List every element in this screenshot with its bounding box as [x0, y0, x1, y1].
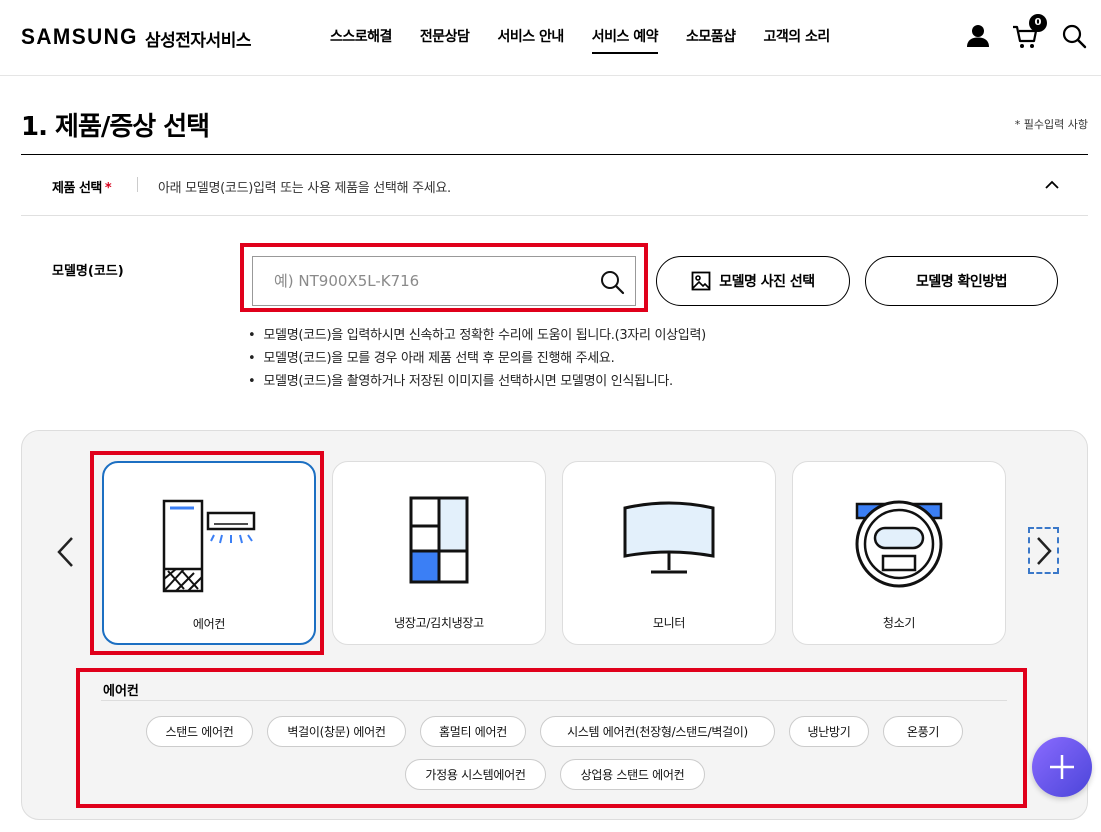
model-code-input[interactable]: [253, 257, 583, 305]
nav-self-solve[interactable]: 스스로해결: [330, 26, 392, 54]
chip-heater[interactable]: 온풍기: [883, 716, 963, 747]
robot-vacuum-icon: [855, 500, 943, 588]
category-card-refrigerator[interactable]: 냉장고/김치냉장고: [332, 461, 546, 645]
chip-commercial-stand-ac[interactable]: 상업용 스탠드 에어컨: [560, 759, 705, 790]
required-star: *: [104, 181, 112, 196]
image-icon: [691, 271, 711, 291]
model-howto-button[interactable]: 모델명 확인방법: [865, 256, 1058, 306]
plus-icon: [1050, 755, 1074, 779]
tip-item: 모델명(코드)을 촬영하거나 저장된 이미지를 선택하시면 모델명이 인식됩니다…: [248, 370, 706, 393]
nav-customer-voice[interactable]: 고객의 소리: [764, 26, 831, 54]
floating-plus-button[interactable]: [1032, 737, 1092, 797]
subcategory-title: 에어컨: [103, 684, 139, 699]
site-header: SAMSUNG 삼성전자서비스 스스로해결 전문상담 서비스 안내 서비스 예약…: [0, 0, 1101, 76]
page-title: 1. 제품/증상 선택: [21, 112, 210, 142]
model-code-label: 모델명(코드): [52, 264, 124, 279]
chip-wall-ac[interactable]: 벽걸이(창문) 에어컨: [267, 716, 406, 747]
model-search-box: [252, 256, 636, 306]
model-search-icon[interactable]: [599, 269, 625, 295]
chip-home-system-ac[interactable]: 가정용 시스템에어컨: [405, 759, 546, 790]
nav-service-reservation[interactable]: 서비스 예약: [591, 26, 659, 54]
category-card-vacuum[interactable]: 청소기: [792, 461, 1006, 645]
section-divider: [21, 215, 1088, 216]
product-select-label: 제품 선택 *: [52, 181, 112, 196]
tip-item: 모델명(코드)을 모를 경우 아래 제품 선택 후 문의를 진행해 주세요.: [248, 347, 706, 370]
next-arrow-icon: [1037, 537, 1052, 565]
category-label: 에어컨: [192, 617, 226, 631]
category-card-air-conditioner[interactable]: 에어컨: [102, 461, 316, 645]
chip-system-ac[interactable]: 시스템 에어컨(천장형/스탠드/벽걸이): [540, 716, 775, 747]
next-arrow-button[interactable]: [1028, 527, 1059, 574]
chip-heat-pump[interactable]: 냉난방기: [789, 716, 869, 747]
search-icon[interactable]: [1060, 22, 1088, 50]
model-photo-select-label: 모델명 사진 선택: [719, 274, 815, 290]
main-nav: 스스로해결 전문상담 서비스 안내 서비스 예약 소모품샵 고객의 소리: [330, 26, 858, 54]
model-howto-label: 모델명 확인방법: [915, 274, 1008, 290]
chevron-up-icon[interactable]: [1040, 174, 1064, 196]
category-label: 냉장고/김치냉장고: [394, 616, 484, 630]
chip-home-multi-ac[interactable]: 홈멀티 에어컨: [420, 716, 526, 747]
refrigerator-icon: [409, 496, 469, 584]
required-note: * 필수입력 사항: [1014, 118, 1088, 131]
chip-stand-ac[interactable]: 스탠드 에어컨: [146, 716, 253, 747]
samsung-logo[interactable]: SAMSUNG: [21, 24, 138, 50]
tip-item: 모델명(코드)을 입력하시면 신속하고 정확한 수리에 도움이 됩니다.(3자리…: [248, 324, 706, 347]
monitor-icon: [623, 501, 715, 574]
prev-arrow-icon[interactable]: [54, 535, 78, 569]
model-photo-select-button[interactable]: 모델명 사진 선택: [656, 256, 850, 306]
nav-consumables-shop[interactable]: 소모품샵: [686, 26, 736, 54]
category-card-monitor[interactable]: 모니터: [562, 461, 776, 645]
user-icon[interactable]: [964, 22, 992, 50]
category-label: 청소기: [882, 616, 916, 630]
label-separator: [137, 177, 138, 192]
product-select-description: 아래 모델명(코드)입력 또는 사용 제품을 선택해 주세요.: [158, 181, 451, 196]
category-label: 모니터: [652, 616, 686, 630]
title-divider: [21, 154, 1088, 155]
nav-expert-consult[interactable]: 전문상담: [420, 26, 470, 54]
subcategory-divider: [101, 700, 1007, 701]
model-input-tips: 모델명(코드)을 입력하시면 신속하고 정확한 수리에 도움이 됩니다.(3자리…: [248, 324, 706, 393]
air-conditioner-icon: [162, 499, 256, 593]
service-brand-name[interactable]: 삼성전자서비스: [145, 26, 251, 51]
cart-count-badge: 0: [1029, 14, 1047, 32]
nav-service-guide[interactable]: 서비스 안내: [497, 26, 564, 54]
